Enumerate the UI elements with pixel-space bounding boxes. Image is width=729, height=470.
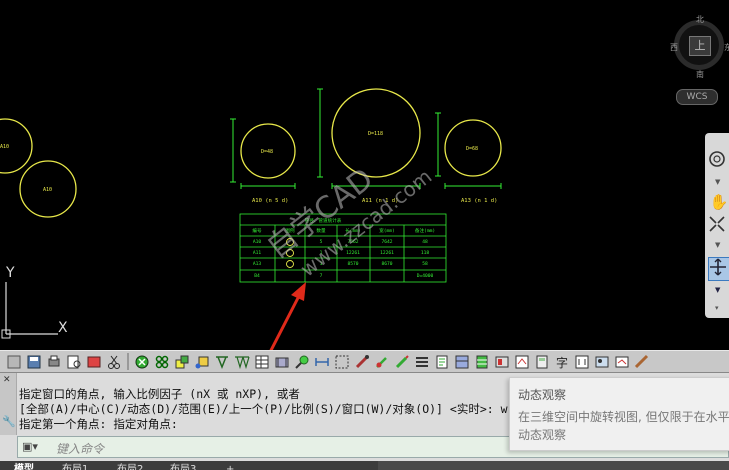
pen-icon[interactable] [392,352,411,371]
viewcube[interactable]: 上 北 南 西 东 [670,14,729,80]
table-header-cell: 宽(mm) [379,227,395,234]
lineweight-icon[interactable] [412,352,431,371]
toolbar-separator [127,353,129,370]
command-window-grip[interactable]: ✕ 🔧 [0,373,17,435]
table-cell: A11 [253,250,262,256]
tooltip-title: 动态观察 [518,388,567,402]
chevron-down-icon[interactable]: ▼ [715,241,720,249]
label-d48: D=48 [261,149,273,155]
circle-x-icon[interactable] [132,352,151,371]
tab-layout3[interactable]: 布局3 [170,461,196,470]
properties-icon[interactable] [432,352,451,371]
wrench-icon[interactable]: 🔧 [2,415,16,428]
tab-model[interactable]: 模型 [14,461,34,470]
pan-hand-icon[interactable]: ✋ [708,191,729,213]
distance-icon[interactable] [312,352,331,371]
standard-toolbar: 字 [0,350,729,373]
orbit-tooltip: 动态观察 在三维空间中旋转视图, 但仅限于在水平动态观察 [509,377,729,451]
navigation-bar: ▼ ✋ ▼ ▼ ▾ [705,133,729,318]
tooltip-body: 在三维空间中旋转视图, 但仅限于在水平动态观察 [518,410,729,442]
plot-preview-icon[interactable] [64,352,83,371]
full-navigation-wheel-icon[interactable] [708,150,729,172]
ucs-y-label: Y [5,265,15,281]
table-cell: 12261 [380,250,394,256]
cut-icon[interactable] [104,352,123,371]
table-cell: B4 [254,273,260,279]
command-history-line: [全部(A)/中心(C)/动态(D)/范围(E)/上一个(P)/比例(S)/窗口… [19,402,508,416]
brush-icon[interactable] [372,352,391,371]
tab-layout2[interactable]: 布局2 [117,461,143,470]
ruler-icon[interactable] [632,352,651,371]
measure-icon[interactable] [292,352,311,371]
command-history: 指定窗口的角点, 输入比例因子 (nX 或 nXP), 或者 [全部(A)/中心… [19,387,579,432]
command-history-line: 指定窗口的角点, 输入比例因子 (nX 或 nXP), 或者 [19,387,300,401]
close-icon[interactable]: ✕ [3,375,11,385]
table-header-cell: 备注(mm) [415,227,435,234]
plot-icon[interactable] [44,352,63,371]
table-cell: D=4000 [417,273,434,279]
svg-text:字: 字 [556,355,568,370]
table-icon[interactable] [252,352,271,371]
drawing-svg: A10 A10 D=48 D=118 D=68 A10 (n 5 d) A11 … [0,88,502,350]
caption-a10: A10 (n 5 d) [252,198,288,204]
table-cell: 8670 [381,261,392,267]
table-cell: A10 [253,239,262,245]
image-icon[interactable] [592,352,611,371]
label-d118: D=118 [368,131,383,137]
command-history-line: 指定第一个角点: 指定对角点: [19,417,178,431]
label-circle-a10-left2: A10 [43,187,52,193]
label-d68: D=68 [466,146,478,152]
wcs-menu-button[interactable]: WCS [676,89,718,105]
block-icon[interactable] [172,352,191,371]
tool-palettes-icon[interactable] [472,352,491,371]
hyperlink-icon[interactable] [612,352,631,371]
label-circle-a10-left: A10 [0,144,9,150]
compass-south: 南 [696,70,704,79]
table-cell: 118 [421,250,430,256]
text-style-icon[interactable]: 字 [552,352,571,371]
command-prompt-icon[interactable]: ▣▾ [22,440,46,454]
compass-east: 东 [724,43,729,52]
table-header-cell: 编号 [252,227,262,234]
save-icon[interactable] [24,352,43,371]
calculator-icon[interactable] [532,352,551,371]
table-cell: 8570 [347,261,358,267]
sheet-set-icon[interactable] [492,352,511,371]
array-icon[interactable] [152,352,171,371]
design-center-icon[interactable] [452,352,471,371]
dimension-baseline-icon[interactable] [232,352,251,371]
customize-navbar-icon[interactable]: ▾ [715,304,719,312]
compass-north: 北 [696,15,704,24]
chevron-down-icon[interactable]: ▼ [715,286,720,294]
table-cell: 7642 [381,239,392,245]
match-properties-icon[interactable] [352,352,371,371]
dimension-icon[interactable] [212,352,231,371]
ucs-x-label: X [58,320,68,336]
caption-a13: A13 (n 1 d) [461,198,497,204]
zoom-extents-icon[interactable] [708,215,729,237]
layer-icon[interactable] [272,352,291,371]
table-cell: 48 [422,239,428,245]
snap-grid-icon[interactable] [4,352,23,371]
table-cell: 58 [422,261,428,267]
compass-west: 西 [670,43,678,52]
insert-block-icon[interactable] [192,352,211,371]
status-bar [378,461,729,470]
multiline-text-icon[interactable] [572,352,591,371]
publish-icon[interactable] [84,352,103,371]
drawing-canvas[interactable]: A10 A10 D=48 D=118 D=68 A10 (n 5 d) A11 … [0,0,729,350]
command-placeholder: 键入命令 [56,442,105,456]
orbit-icon[interactable] [708,257,729,281]
select-window-icon[interactable] [332,352,351,371]
markup-icon[interactable] [512,352,531,371]
ucs-icon: Y X [0,262,80,342]
viewcube-top-face[interactable]: 上 [689,36,711,56]
chevron-down-icon[interactable]: ▼ [715,178,720,186]
add-layout-icon[interactable]: + [226,461,234,470]
table-cell: A13 [253,261,262,267]
annotation-arrow [269,282,306,350]
tab-layout1[interactable]: 布局1 [62,461,88,470]
